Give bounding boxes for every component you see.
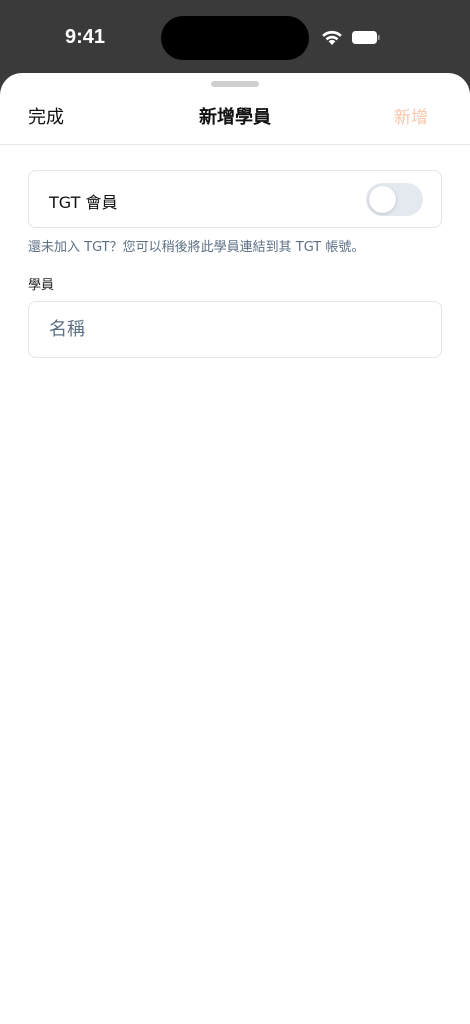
add-button[interactable]: 新增 [394, 103, 428, 128]
tgt-member-label: TGT 會員 [49, 193, 118, 212]
status-time: 9:41 [65, 26, 106, 48]
student-section-label: 學員 [28, 278, 55, 293]
tgt-member-toggle[interactable] [366, 183, 423, 216]
tgt-hint-text: 還未加入 TGT？您可以稍後將此學員連結到其 TGT 帳號。 [28, 240, 365, 255]
dynamic-island [161, 16, 309, 60]
tgt-member-row: TGT 會員 [28, 170, 442, 228]
status-bar: 9:41 [0, 0, 470, 74]
toggle-knob [369, 186, 396, 213]
sheet-grabber[interactable] [211, 81, 259, 87]
wifi-icon [322, 30, 342, 45]
battery-icon [352, 31, 380, 44]
nav-bar: 完成 新增學員 新增 [0, 89, 470, 145]
student-name-input[interactable] [28, 301, 442, 358]
add-student-sheet: 完成 新增學員 新增 TGT 會員 還未加入 TGT？您可以稍後將此學員連結到其… [0, 73, 470, 1024]
